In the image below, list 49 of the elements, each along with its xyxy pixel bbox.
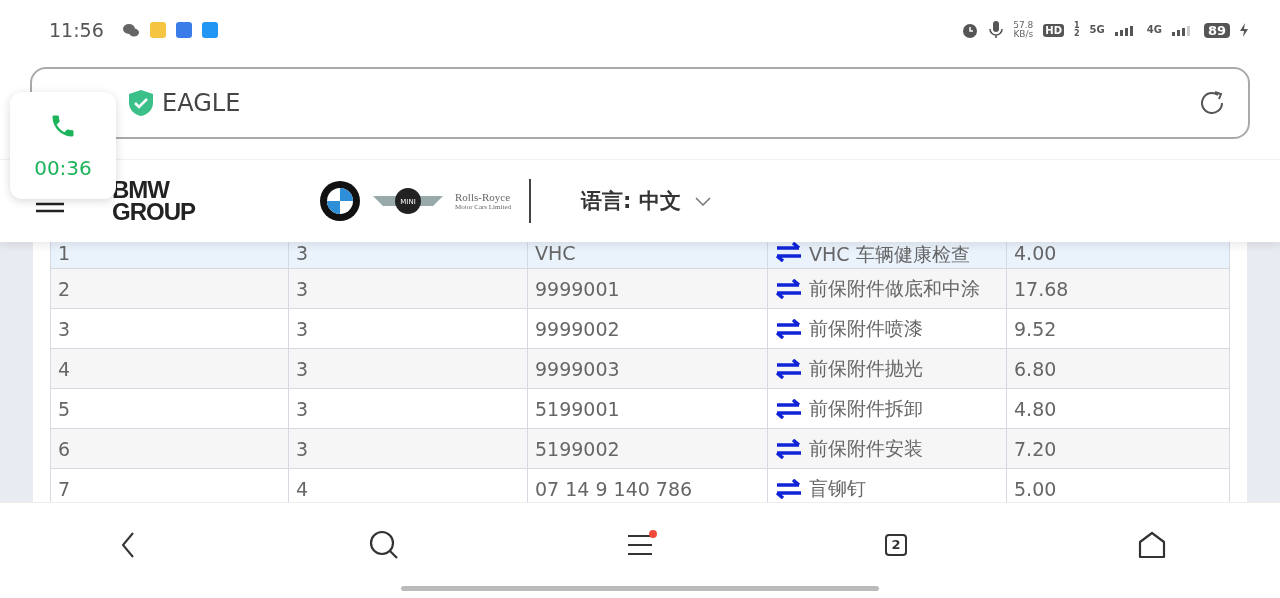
cell-text: 前保附件抛光 (809, 355, 923, 381)
table-row[interactable]: 5 3 5199001 前保附件拆卸 4.80 (51, 389, 1230, 429)
swap-arrows-icon[interactable] (775, 278, 803, 299)
cell-text: VHC 车辆健康检查 (809, 242, 970, 267)
network-speed: 57.8 KB/s (1013, 21, 1034, 39)
language-selector[interactable]: 语言: 中文 (581, 187, 711, 215)
roundel-logo (319, 180, 361, 222)
sim-slot-indicator: 1 2 (1074, 22, 1080, 38)
charging-bolt-icon (1240, 23, 1248, 37)
cell-text: 盲铆钉 (809, 475, 866, 501)
app-notification-icon (201, 22, 218, 38)
notification-dot (649, 529, 657, 538)
tabs-button[interactable]: 2 (885, 533, 907, 556)
alarm-clock-icon (961, 21, 980, 39)
table-row[interactable]: 3 3 9999002 前保附件喷漆 9.52 (51, 309, 1230, 349)
swap-arrows-icon[interactable] (775, 318, 803, 339)
swap-arrows-icon[interactable] (775, 242, 803, 262)
cell-text: 前保附件拆卸 (809, 395, 923, 421)
table-cell: 07 14 9 140 786 (528, 469, 768, 502)
network-type: 4G (1146, 25, 1162, 35)
table-row[interactable]: 1 3 VHC VHC 车辆健康检查 4.00 (51, 242, 1230, 269)
table-row[interactable]: 6 3 5199002 前保附件安装 7.20 (51, 429, 1230, 469)
cell-text: 前保附件喷漆 (809, 315, 923, 341)
table-row[interactable]: 2 3 9999001 前保附件做底和中涂 17.68 (51, 269, 1230, 309)
swap-arrows-icon[interactable] (775, 478, 803, 499)
table-row[interactable]: 4 3 9999003 前保附件抛光 6.80 (51, 349, 1230, 389)
swap-arrows-icon[interactable] (775, 358, 803, 379)
reload-icon[interactable] (1198, 89, 1226, 117)
menu-icon[interactable] (36, 202, 64, 213)
chevron-down-icon (694, 196, 711, 206)
app-notification-icon (149, 22, 166, 38)
network-type: 5G (1089, 25, 1105, 35)
clock-time: 11:56 (49, 19, 104, 41)
table-cell: 7 (51, 469, 289, 502)
chat-bubbles-icon (121, 22, 140, 38)
battery-level: 89 (1203, 22, 1230, 38)
call-timer: 00:36 (34, 155, 92, 180)
page-title: EAGLE (162, 89, 242, 117)
swap-arrows-icon[interactable] (775, 398, 803, 419)
app-notification-icon (175, 22, 192, 38)
hd-voice-indicator: HD (1043, 23, 1064, 37)
address-bar[interactable]: EAGLE (30, 67, 1250, 139)
cell-text: 前保附件安装 (809, 435, 923, 461)
table-cell: 5.00 (1007, 469, 1230, 502)
swap-arrows-icon[interactable] (775, 438, 803, 459)
cell-text: 前保附件做底和中涂 (809, 275, 980, 301)
shield-check-icon (128, 89, 154, 117)
table-cell: 4 (289, 469, 528, 502)
microphone-icon (989, 21, 1004, 39)
